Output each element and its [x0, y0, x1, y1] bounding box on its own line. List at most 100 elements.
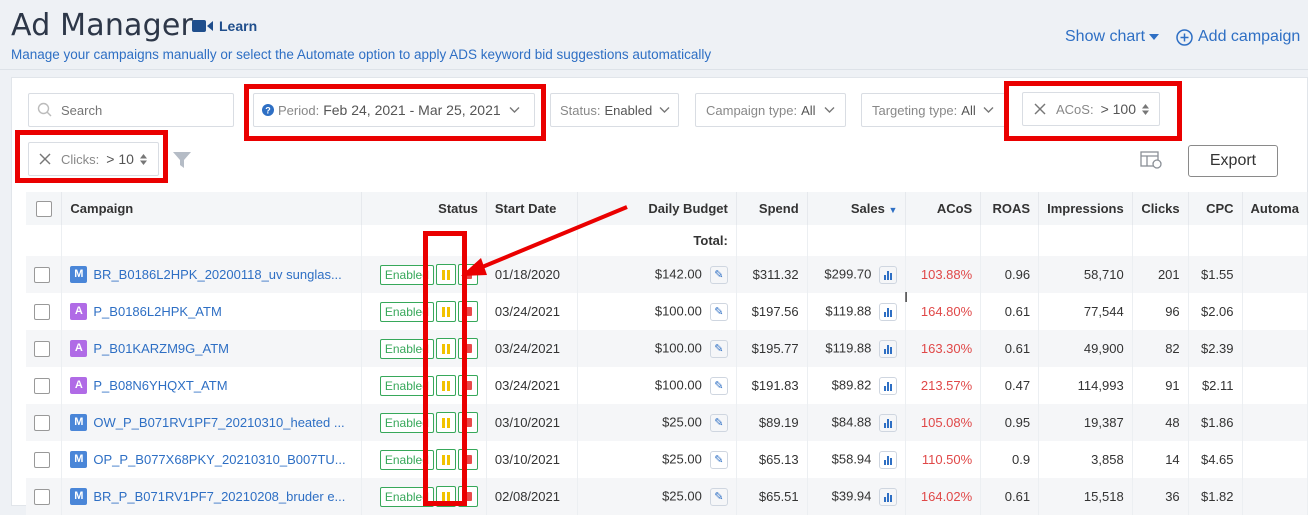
- page-header: Ad Manager Learn Manage your campaigns m…: [0, 0, 1308, 70]
- edit-icon[interactable]: ✎: [709, 376, 728, 395]
- annotation-acos-box: [1004, 81, 1182, 141]
- campaign-cell: M OP_P_B077X68PKY_20210310_B007TU...: [61, 441, 363, 478]
- bar-chart-icon[interactable]: [879, 450, 898, 469]
- start-date-cell: 03/10/2021: [486, 404, 578, 441]
- campaign-link[interactable]: P_B08N6YHQXT_ATM: [93, 378, 227, 393]
- sales-value: $119.88: [825, 339, 872, 355]
- edit-icon[interactable]: ✎: [709, 265, 728, 284]
- annotation-arrow: [461, 205, 628, 276]
- filter-icon[interactable]: [172, 151, 192, 169]
- learn-link[interactable]: Learn: [192, 18, 257, 34]
- campaign-cell: M OW_P_B071RV1PF7_20210310_heated ...: [61, 404, 363, 441]
- campaign-type-label: Campaign type:: [706, 102, 798, 118]
- col-clicks[interactable]: Clicks: [1132, 192, 1189, 225]
- campaign-cell: A P_B01KARZM9G_ATM: [61, 330, 363, 367]
- edit-icon[interactable]: ✎: [709, 339, 728, 358]
- export-button[interactable]: Export: [1188, 145, 1278, 177]
- bar-chart-icon[interactable]: [879, 302, 898, 321]
- table-row[interactable]: A P_B01KARZM9G_ATM Enabled 03/24/2021 $100.0…: [26, 330, 1308, 367]
- campaign-link[interactable]: P_B0186L2HPK_ATM: [93, 304, 221, 319]
- add-campaign-button[interactable]: Add campaign: [1176, 28, 1300, 46]
- campaign-link[interactable]: OW_P_B071RV1PF7_20210310_heated ...: [93, 415, 344, 430]
- bar-chart-icon[interactable]: [879, 376, 898, 395]
- row-select-cell: [26, 367, 63, 404]
- roas-cell: 0.61: [980, 478, 1040, 515]
- search-icon: [37, 102, 52, 117]
- roas-cell: 0.9: [980, 441, 1040, 478]
- column-settings-icon[interactable]: [1140, 151, 1162, 169]
- col-acos[interactable]: ACoS: [905, 192, 982, 225]
- table-row[interactable]: A P_B0186L2HPK_ATM Enabled 03/24/2021 $100.0…: [26, 293, 1308, 330]
- campaign-cell: M BR_B0186L2HPK_20200118_uv sunglas...: [61, 256, 363, 293]
- campaign-table: Campaign Status Start Date Daily Budget …: [26, 192, 1308, 515]
- cpc-cell: $2.39: [1188, 330, 1243, 367]
- table-row[interactable]: A P_B08N6YHQXT_ATM Enabled 03/24/2021 $100.0…: [26, 367, 1308, 404]
- annotation-period-box: [244, 84, 546, 141]
- col-spend[interactable]: Spend: [736, 192, 808, 225]
- show-chart-button[interactable]: Show chart: [1065, 28, 1160, 46]
- automate-cell: [1242, 256, 1308, 293]
- col-cpc[interactable]: CPC: [1188, 192, 1243, 225]
- search-box[interactable]: [28, 93, 234, 127]
- targeting-type-value: All: [961, 102, 976, 118]
- edit-icon[interactable]: ✎: [709, 302, 728, 321]
- table-row[interactable]: M OP_P_B077X68PKY_20210310_B007TU... Enabl…: [26, 441, 1308, 478]
- daily-budget-value: $25.00: [662, 450, 702, 466]
- campaign-cell: A P_B08N6YHQXT_ATM: [61, 367, 363, 404]
- col-campaign[interactable]: Campaign: [61, 192, 363, 225]
- search-input[interactable]: [61, 102, 221, 118]
- bar-chart-icon[interactable]: [879, 487, 898, 506]
- campaign-link[interactable]: P_B01KARZM9G_ATM: [93, 341, 229, 356]
- row-checkbox[interactable]: [34, 340, 50, 357]
- sales-cell: $119.88: [807, 330, 907, 367]
- col-impressions[interactable]: Impressions: [1038, 192, 1133, 225]
- sales-cell: $39.94: [807, 478, 907, 515]
- start-date-cell: 03/24/2021: [486, 293, 578, 330]
- row-checkbox[interactable]: [34, 414, 50, 431]
- table-row[interactable]: M OW_P_B071RV1PF7_20210310_heated ... Enab…: [26, 404, 1308, 441]
- cpc-cell: $2.11: [1188, 367, 1243, 404]
- campaign-link[interactable]: BR_B0186L2HPK_20200118_uv sunglas...: [93, 267, 341, 282]
- campaign-type-filter[interactable]: Campaign type: All: [695, 93, 846, 127]
- campaign-link[interactable]: OP_P_B077X68PKY_20210310_B007TU...: [93, 452, 345, 467]
- cpc-cell: $1.82: [1188, 478, 1243, 515]
- targeting-type-filter[interactable]: Targeting type: All: [861, 93, 1009, 127]
- edit-icon[interactable]: ✎: [709, 450, 728, 469]
- acos-cell: 164.80%: [905, 293, 982, 330]
- bar-chart-icon[interactable]: [879, 339, 898, 358]
- campaign-cell: A P_B0186L2HPK_ATM: [61, 293, 363, 330]
- select-all-checkbox[interactable]: [35, 200, 52, 217]
- edit-icon[interactable]: ✎: [709, 487, 728, 506]
- campaign-type-value: All: [801, 102, 816, 118]
- col-sales[interactable]: Sales ▼: [807, 192, 907, 225]
- campaign-link[interactable]: BR_P_B071RV1PF7_20210208_bruder e...: [93, 489, 345, 504]
- sales-cell: $119.88: [807, 293, 907, 330]
- table-row[interactable]: M BR_B0186L2HPK_20200118_uv sunglas... Ena…: [26, 256, 1308, 293]
- spend-cell: $195.77: [736, 330, 808, 367]
- col-roas[interactable]: ROAS: [980, 192, 1040, 225]
- row-checkbox[interactable]: [34, 266, 50, 283]
- daily-budget-cell: $100.00 ✎: [577, 330, 737, 367]
- daily-budget-value: $100.00: [654, 376, 702, 392]
- row-checkbox[interactable]: [34, 303, 50, 320]
- sales-cell: $84.88: [807, 404, 907, 441]
- edit-icon[interactable]: ✎: [709, 413, 728, 432]
- row-checkbox[interactable]: [34, 488, 50, 505]
- row-checkbox[interactable]: [34, 377, 50, 394]
- status-filter-label: Status:: [560, 102, 601, 118]
- status-filter[interactable]: Status: Enabled: [550, 93, 679, 127]
- cpc-cell: $2.06: [1188, 293, 1243, 330]
- bar-chart-icon[interactable]: [879, 413, 898, 432]
- row-select-cell: [26, 478, 63, 515]
- table-row[interactable]: M BR_P_B071RV1PF7_20210208_bruder e... Ena…: [26, 478, 1308, 515]
- col-automate[interactable]: Automa: [1242, 192, 1308, 225]
- roas-cell: 0.61: [980, 293, 1040, 330]
- acos-cell: 213.57%: [905, 367, 982, 404]
- sales-value: $89.82: [831, 376, 872, 392]
- row-checkbox[interactable]: [34, 451, 50, 468]
- daily-budget-value: $100.00: [654, 302, 702, 318]
- sales-value: $39.94: [831, 487, 872, 503]
- spend-cell: $89.19: [736, 404, 808, 441]
- bar-chart-icon[interactable]: [879, 265, 898, 284]
- sales-value: $58.94: [831, 450, 872, 466]
